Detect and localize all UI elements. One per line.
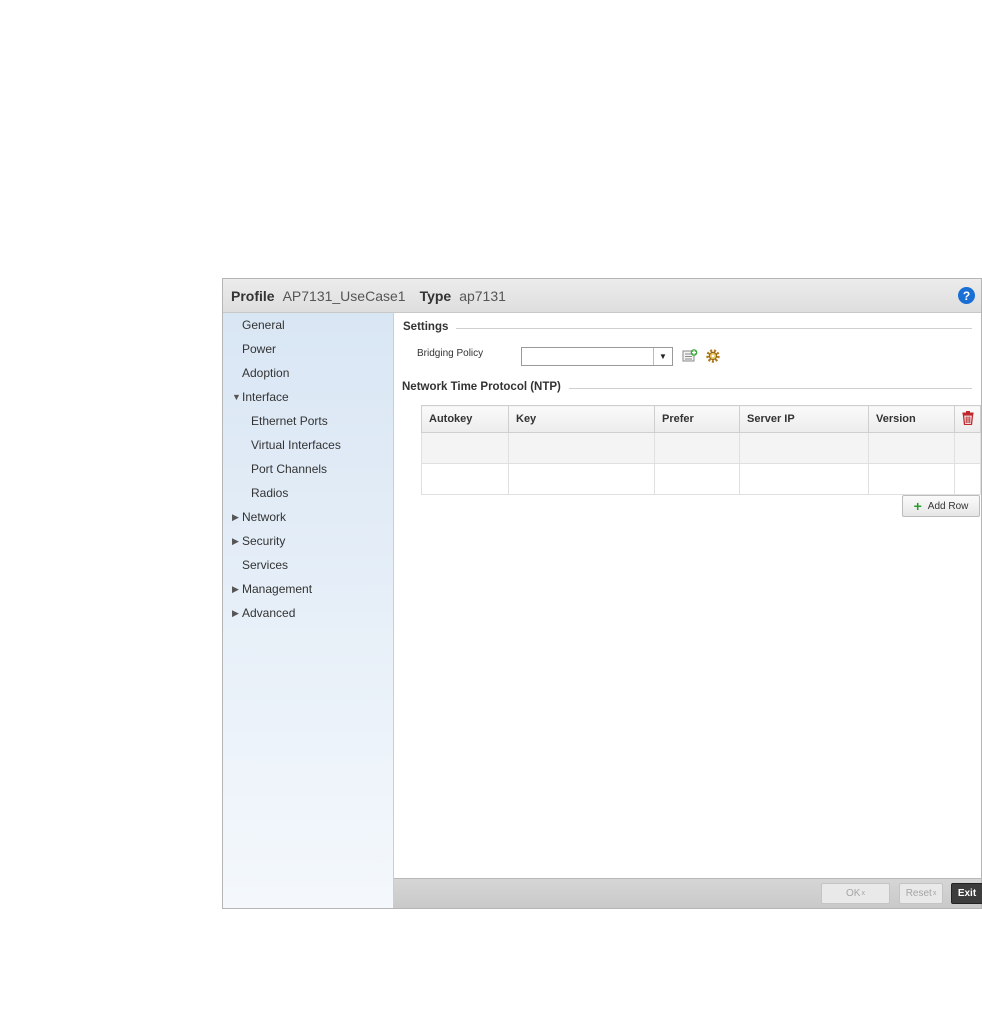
add-row-button[interactable]: + Add Row <box>902 495 980 517</box>
exit-label: Exit <box>957 888 977 899</box>
sidebar-item-label: Virtual Interfaces <box>251 438 341 452</box>
column-header-autokey[interactable]: Autokey <box>421 405 509 433</box>
sidebar-item-port-channels[interactable]: Port Channels <box>241 460 327 478</box>
table-cell <box>421 463 509 495</box>
ntp-divider <box>569 388 972 389</box>
bridging-policy-select[interactable]: ▼ <box>521 347 673 366</box>
sidebar-item-power[interactable]: Power <box>232 340 276 358</box>
sidebar-item-ethernet-ports[interactable]: Ethernet Ports <box>241 412 328 430</box>
profile-window: Profile AP7131_UseCase1 Type ap7131 ? Ge… <box>222 278 982 909</box>
main-panel: Settings Bridging Policy ▼ Network Time … <box>394 313 981 879</box>
type-label: Type <box>419 287 452 304</box>
sidebar-item-label: Management <box>242 582 313 596</box>
expand-arrow-icon: ▶ <box>232 607 239 618</box>
sidebar-nav: General Power Adoption ▼ Interface Ether… <box>223 313 394 908</box>
table-header-row: Autokey Key Prefer Server IP Version <box>421 405 981 433</box>
table-cell <box>868 432 955 464</box>
sidebar-item-interface[interactable]: ▼ Interface <box>232 388 289 406</box>
sidebar-item-label: Services <box>242 558 289 572</box>
add-policy-icon[interactable] <box>682 348 698 364</box>
sidebar-item-label: Port Channels <box>251 462 328 476</box>
table-cell <box>739 463 869 495</box>
sidebar-item-advanced[interactable]: ▶ Advanced <box>232 604 295 622</box>
table-cell <box>421 432 509 464</box>
column-header-prefer[interactable]: Prefer <box>654 405 740 433</box>
collapse-arrow-icon: ▼ <box>232 392 241 402</box>
plus-icon: + <box>913 498 922 514</box>
sidebar-item-general[interactable]: General <box>232 316 285 334</box>
ok-label: OK <box>846 888 861 899</box>
reset-button[interactable]: Reset x <box>899 883 943 904</box>
sidebar-item-label: Power <box>242 342 277 356</box>
ntp-section-title: Network Time Protocol (NTP) <box>402 381 569 393</box>
expand-arrow-icon: ▶ <box>232 583 239 594</box>
table-cell <box>508 432 655 464</box>
gear-icon[interactable] <box>705 348 721 364</box>
sidebar-item-security[interactable]: ▶ Security <box>232 532 285 550</box>
add-row-label: Add Row <box>927 500 969 512</box>
sidebar-item-services[interactable]: Services <box>232 556 288 574</box>
help-icon[interactable]: ? <box>958 287 975 304</box>
table-cell <box>954 463 981 495</box>
sidebar-item-label: Network <box>242 510 287 524</box>
sidebar-item-management[interactable]: ▶ Management <box>232 580 312 598</box>
settings-section-title: Settings <box>403 321 457 333</box>
profile-header: Profile AP7131_UseCase1 Type ap7131 ? <box>223 279 981 313</box>
sidebar-item-label: Security <box>242 534 286 548</box>
table-cell <box>654 432 740 464</box>
sidebar-item-adoption[interactable]: Adoption <box>232 364 289 382</box>
sidebar-item-virtual-interfaces[interactable]: Virtual Interfaces <box>241 436 341 454</box>
column-header-key[interactable]: Key <box>508 405 655 433</box>
column-header-server-ip[interactable]: Server IP <box>739 405 869 433</box>
table-row <box>421 432 981 464</box>
trash-icon[interactable] <box>954 405 981 433</box>
sidebar-item-label: Radios <box>251 486 289 500</box>
table-cell <box>868 463 955 495</box>
expand-arrow-icon: ▶ <box>232 535 239 546</box>
sidebar-item-label: Advanced <box>242 606 296 620</box>
table-cell <box>654 463 740 495</box>
bridging-policy-label: Bridging Policy <box>417 348 484 359</box>
sidebar-item-label: General <box>242 318 285 332</box>
ok-button[interactable]: OK x <box>821 883 890 904</box>
expand-arrow-icon: ▶ <box>232 511 239 522</box>
type-value: ap7131 <box>459 287 506 304</box>
settings-divider <box>452 328 972 329</box>
sidebar-item-network[interactable]: ▶ Network <box>232 508 286 526</box>
exit-button[interactable]: Exit <box>951 883 982 904</box>
sidebar-item-label: Ethernet Ports <box>251 414 328 428</box>
sidebar-item-label: Interface <box>242 390 289 404</box>
column-header-version[interactable]: Version <box>868 405 955 433</box>
chevron-down-icon[interactable]: ▼ <box>653 348 672 365</box>
sidebar-item-radios[interactable]: Radios <box>241 484 288 502</box>
ok-shortcut-mark: x <box>861 890 865 897</box>
table-cell <box>954 432 981 464</box>
sidebar-item-label: Adoption <box>242 366 290 380</box>
table-cell <box>508 463 655 495</box>
reset-label: Reset <box>905 888 932 899</box>
profile-value: AP7131_UseCase1 <box>282 287 406 304</box>
ntp-table: Autokey Key Prefer Server IP Version <box>421 405 981 495</box>
profile-label: Profile <box>231 287 275 304</box>
table-row <box>421 463 981 495</box>
reset-shortcut-mark: x <box>932 890 937 897</box>
footer-bar: OK x Reset x Exit <box>394 878 982 908</box>
table-cell <box>739 432 869 464</box>
